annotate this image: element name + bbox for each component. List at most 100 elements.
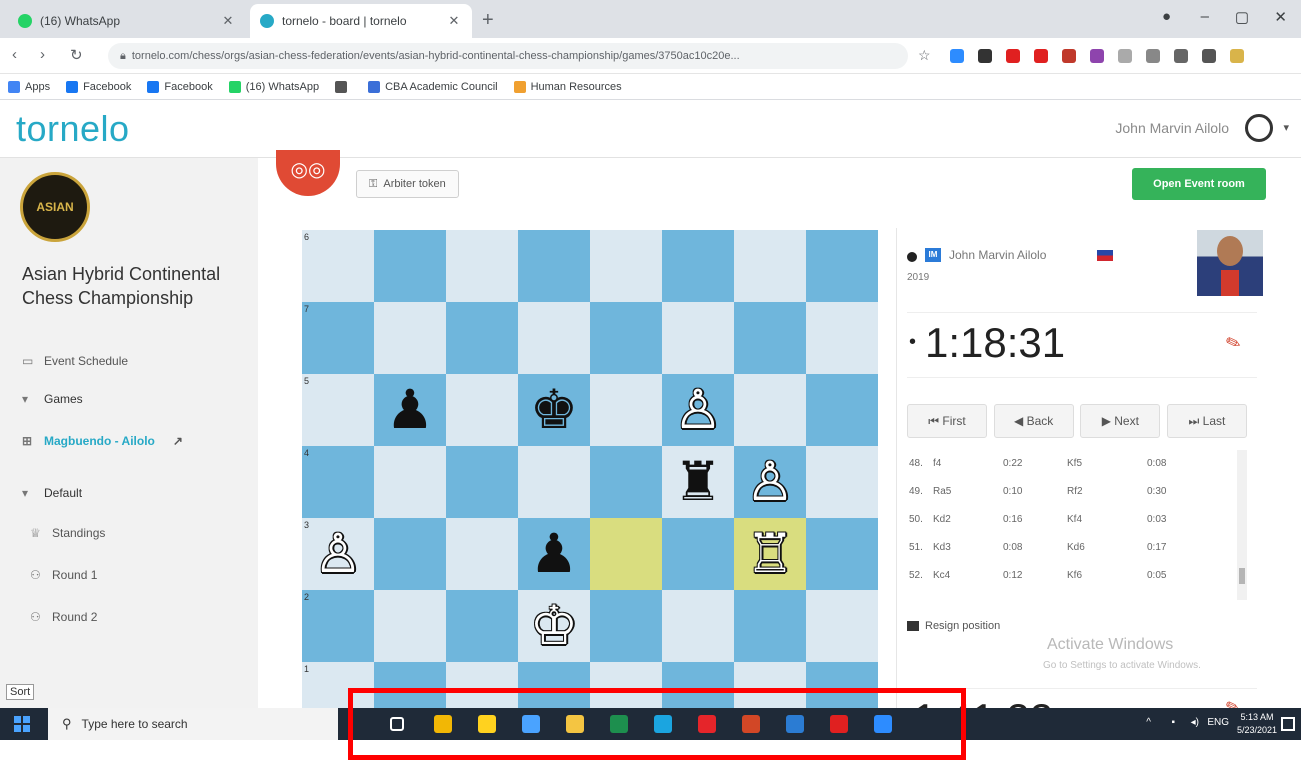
board-square[interactable] bbox=[302, 446, 374, 518]
move-w[interactable]: Ra5 bbox=[933, 486, 951, 497]
external-link-icon[interactable]: ↗ bbox=[173, 434, 183, 448]
profile-avatar-icon[interactable] bbox=[1230, 49, 1244, 63]
board-square[interactable] bbox=[734, 374, 806, 446]
board-square[interactable] bbox=[662, 518, 734, 590]
player-name[interactable]: John Marvin Ailolo bbox=[949, 248, 1046, 262]
board-square[interactable] bbox=[590, 446, 662, 518]
bookmark-globe[interactable] bbox=[335, 80, 352, 93]
extension-icon[interactable] bbox=[1006, 49, 1020, 63]
board-square[interactable] bbox=[590, 230, 662, 302]
sidebar-item-standings[interactable]: ♕ Standings bbox=[30, 526, 105, 540]
board-square[interactable] bbox=[806, 302, 878, 374]
sidebar-item-current-game[interactable]: ⊞ Magbuendo - Ailolo ↗ bbox=[22, 434, 183, 448]
move-w[interactable]: Kd2 bbox=[933, 514, 951, 525]
board-square[interactable] bbox=[302, 230, 374, 302]
board-square[interactable] bbox=[302, 590, 374, 662]
black-pawn-icon[interactable]: ♟ bbox=[518, 518, 590, 590]
board-square[interactable] bbox=[662, 302, 734, 374]
sidebar-item-round-1[interactable]: ⚇ Round 1 bbox=[30, 568, 97, 582]
network-icon[interactable]: ▪ bbox=[1171, 717, 1175, 728]
bookmark-apps[interactable]: Apps bbox=[8, 80, 50, 93]
board-square[interactable] bbox=[590, 518, 662, 590]
move-w[interactable]: Kd3 bbox=[933, 542, 951, 553]
move-list[interactable]: 48. f4 0:22 Kf5 0:08 49. Ra5 0:10 Rf2 0:30 50. Kd2 0… bbox=[907, 450, 1247, 600]
extension-icon[interactable] bbox=[950, 49, 964, 63]
board-square[interactable] bbox=[374, 446, 446, 518]
move-w[interactable]: f4 bbox=[933, 458, 941, 469]
first-move-button[interactable]: ⏮ First bbox=[907, 404, 987, 438]
taskbar-search[interactable]: ⚲ Type here to search bbox=[48, 708, 338, 740]
resign-position-button[interactable]: Resign position bbox=[907, 620, 1000, 632]
board-square[interactable] bbox=[446, 590, 518, 662]
move-row[interactable]: 49. Ra5 0:10 Rf2 0:30 bbox=[907, 478, 1229, 506]
back-move-button[interactable]: ◀ Back bbox=[993, 404, 1074, 438]
board-square[interactable] bbox=[806, 230, 878, 302]
extension-icon[interactable] bbox=[1146, 49, 1160, 63]
board-square[interactable] bbox=[806, 374, 878, 446]
extension-icon[interactable] bbox=[1118, 49, 1132, 63]
board-square[interactable] bbox=[806, 518, 878, 590]
board-square[interactable] bbox=[374, 302, 446, 374]
board-square[interactable] bbox=[734, 230, 806, 302]
system-clock[interactable]: 5:13 AM 5/23/2021 bbox=[1237, 711, 1277, 737]
white-pawn-icon[interactable]: ♙ bbox=[734, 446, 806, 518]
board-square[interactable] bbox=[590, 374, 662, 446]
extension-icon[interactable] bbox=[1062, 49, 1076, 63]
user-account-icon[interactable] bbox=[1245, 114, 1273, 142]
bookmark-facebook-2[interactable]: Facebook bbox=[147, 80, 213, 93]
board-square[interactable] bbox=[374, 518, 446, 590]
move-row[interactable]: 52. Kc4 0:12 Kf6 0:05 bbox=[907, 562, 1229, 590]
board-square[interactable] bbox=[374, 230, 446, 302]
move-b[interactable]: Kf4 bbox=[1067, 514, 1082, 525]
white-king-icon[interactable]: ♔ bbox=[518, 590, 590, 662]
windows-start-icon[interactable] bbox=[14, 716, 30, 732]
minimize-icon[interactable]: – bbox=[1201, 8, 1209, 25]
white-pawn-icon[interactable]: ♙ bbox=[302, 518, 374, 590]
close-window-icon[interactable]: ✕ bbox=[1274, 8, 1287, 26]
bookmark-hr[interactable]: Human Resources bbox=[513, 80, 622, 93]
forward-arrow-icon[interactable]: › bbox=[40, 46, 45, 63]
board-square[interactable] bbox=[518, 302, 590, 374]
white-rook-icon[interactable]: ♖ bbox=[734, 518, 806, 590]
move-b[interactable]: Kf6 bbox=[1067, 570, 1082, 581]
board-square[interactable] bbox=[374, 590, 446, 662]
address-bar[interactable]: 🔒︎ tornelo.com/chess/orgs/asian-chess-fe… bbox=[108, 43, 908, 69]
sort-button[interactable]: Sort bbox=[6, 684, 35, 700]
bookmark-whatsapp[interactable]: (16) WhatsApp bbox=[228, 80, 319, 93]
board-square[interactable] bbox=[302, 302, 374, 374]
board-square[interactable] bbox=[446, 374, 518, 446]
black-king-icon[interactable]: ♚ bbox=[518, 374, 590, 446]
browser-tab-whatsapp[interactable]: (16) WhatsApp ✕ bbox=[8, 4, 246, 38]
sidebar-item-round-2[interactable]: ⚇ Round 2 bbox=[30, 610, 97, 624]
bookmark-facebook[interactable]: Facebook bbox=[66, 80, 131, 93]
move-w[interactable]: Kc4 bbox=[933, 570, 950, 581]
black-pawn-icon[interactable]: ♟ bbox=[374, 374, 446, 446]
arbiter-token-button[interactable]: ⚿ Arbiter token bbox=[356, 170, 459, 198]
open-event-room-button[interactable]: Open Event room bbox=[1132, 168, 1266, 200]
board-square[interactable] bbox=[734, 590, 806, 662]
board-square[interactable] bbox=[590, 590, 662, 662]
extension-icon[interactable] bbox=[1034, 49, 1048, 63]
reload-icon[interactable]: ↻ bbox=[70, 46, 83, 64]
next-move-button[interactable]: ▶ Next bbox=[1080, 404, 1161, 438]
board-square[interactable] bbox=[662, 590, 734, 662]
chevron-down-icon[interactable]: ▾ bbox=[1283, 121, 1289, 134]
maximize-icon[interactable]: ▢ bbox=[1235, 8, 1249, 26]
browser-tab-tornelo[interactable]: tornelo - board | tornelo ✕ bbox=[250, 4, 472, 38]
close-tab-icon[interactable]: ✕ bbox=[220, 13, 236, 29]
user-name[interactable]: John Marvin Ailolo bbox=[1115, 120, 1229, 136]
move-row[interactable]: 48. f4 0:22 Kf5 0:08 bbox=[907, 450, 1229, 478]
board-square[interactable] bbox=[734, 302, 806, 374]
white-pawn-icon[interactable]: ♙ bbox=[662, 374, 734, 446]
board-square[interactable] bbox=[806, 590, 878, 662]
board-square[interactable] bbox=[446, 518, 518, 590]
black-rook-icon[interactable]: ♜ bbox=[662, 446, 734, 518]
extension-icon[interactable] bbox=[1090, 49, 1104, 63]
extension-icon[interactable] bbox=[1174, 49, 1188, 63]
chevron-up-icon[interactable]: ^ bbox=[1146, 717, 1151, 728]
board-square[interactable] bbox=[518, 230, 590, 302]
back-arrow-icon[interactable]: ‹ bbox=[12, 46, 17, 63]
sidebar-section-default[interactable]: ▾ Default bbox=[22, 486, 82, 500]
chess-board[interactable]: 6 7 5 4 3 2 1 ♟ ♚ ♙ ♜ ♙ ♙ ♟ ♖ ♔ bbox=[302, 230, 878, 708]
sidebar-section-games[interactable]: ▾ Games bbox=[22, 392, 83, 406]
